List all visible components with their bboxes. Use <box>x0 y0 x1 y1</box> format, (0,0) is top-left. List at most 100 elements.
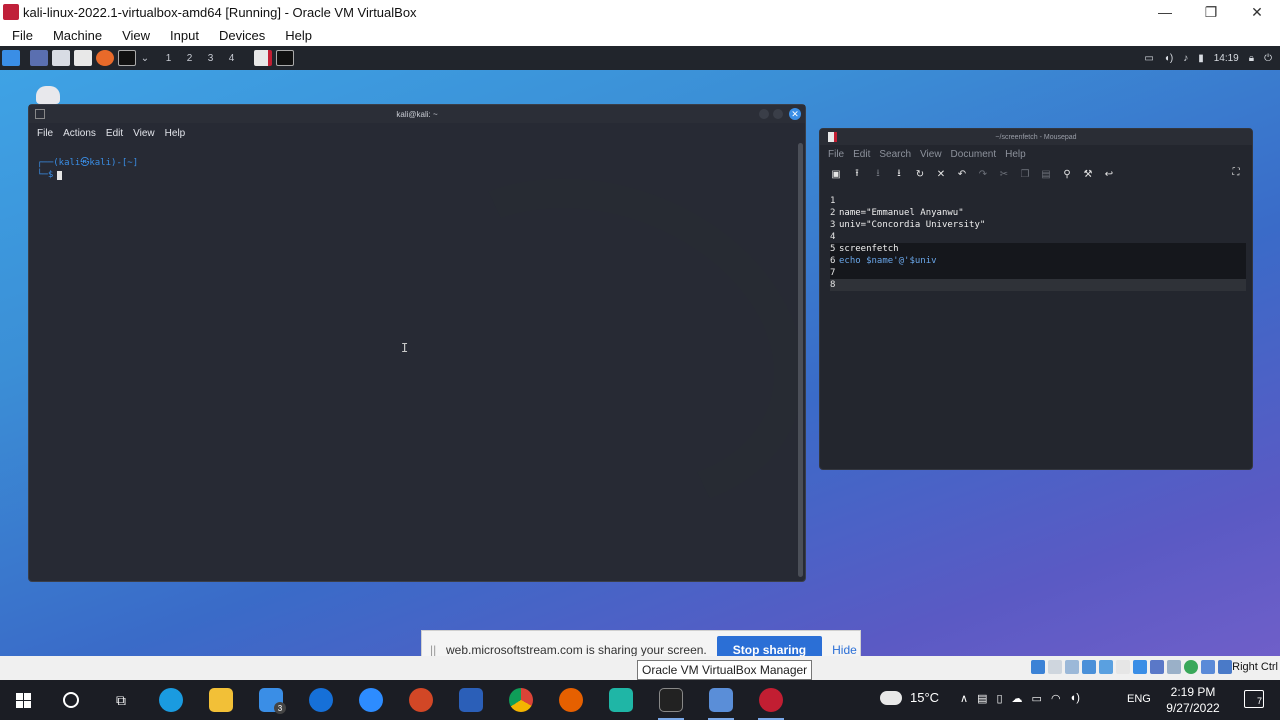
menu-input[interactable]: Input <box>164 28 205 43</box>
vm-screen[interactable]: ⌄ 1 2 3 4 ▭ ◖) ♪ ▮ 14:19 🔒︎ ⏻ kali@kali:… <box>0 46 1280 656</box>
cpu-icon[interactable] <box>1167 660 1181 674</box>
terminal-task-icon[interactable] <box>276 50 294 66</box>
minimize-button[interactable]: — <box>1142 0 1188 24</box>
drag-handle[interactable]: || <box>430 643 444 657</box>
chevron-down-icon[interactable]: ⌄ <box>138 53 152 64</box>
mousepad-task-icon[interactable] <box>254 50 272 66</box>
taskbar-powerpoint[interactable] <box>396 680 446 720</box>
terminal-scrollbar[interactable] <box>798 143 803 577</box>
start-button[interactable] <box>0 680 46 720</box>
onedrive-icon[interactable]: ☁ <box>1012 692 1023 705</box>
taskbar-chrome[interactable] <box>496 680 546 720</box>
taskbar-mail[interactable]: 3 <box>246 680 296 720</box>
paste-icon[interactable]: ▤ <box>1040 169 1052 180</box>
maximize-button[interactable] <box>759 109 769 119</box>
mousepad-menu-document[interactable]: Document <box>951 149 997 160</box>
close-doc-icon[interactable]: ✕ <box>935 169 947 180</box>
taskbar-firefox[interactable] <box>546 680 596 720</box>
search-button[interactable] <box>46 680 96 720</box>
file-manager-icon[interactable] <box>52 50 70 66</box>
tray-app-icon[interactable]: ▤ <box>977 692 987 705</box>
terminal-menu-view[interactable]: View <box>133 128 155 139</box>
usb-icon[interactable]: ▯ <box>996 692 1002 705</box>
workspace-3[interactable]: 3 <box>200 53 221 64</box>
audio-icon[interactable] <box>1065 660 1079 674</box>
mousepad-menu-edit[interactable]: Edit <box>853 149 870 160</box>
workspace-4[interactable]: 4 <box>221 53 242 64</box>
new-file-icon[interactable]: ▣ <box>830 169 842 180</box>
wifi-icon[interactable]: ◠ <box>1051 692 1061 705</box>
fullscreen-icon[interactable]: ⛶ <box>1230 167 1242 178</box>
terminal-window[interactable]: kali@kali: ~ ✕ File Actions Edit View He… <box>28 104 852 582</box>
taskbar-zoom[interactable] <box>346 680 396 720</box>
terminal-menu-file[interactable]: File <box>37 128 53 139</box>
open-file-icon[interactable]: ⭱ <box>851 166 863 183</box>
menu-machine[interactable]: Machine <box>47 28 108 43</box>
taskbar-explorer[interactable] <box>196 680 246 720</box>
recording-icon[interactable] <box>1150 660 1164 674</box>
trash-icon[interactable] <box>36 86 60 104</box>
hide-button[interactable]: Hide <box>832 643 857 657</box>
terminal-output[interactable]: ┌──(kali㉿kali)-[~] └─$ <box>29 143 795 581</box>
reload-icon[interactable]: ↻ <box>914 169 926 180</box>
taskbar-teamviewer[interactable] <box>296 680 346 720</box>
taskbar-clock[interactable]: 2:19 PM 9/27/2022 <box>1162 684 1224 716</box>
terminal-menu-actions[interactable]: Actions <box>63 128 96 139</box>
virtualization-icon[interactable] <box>1184 660 1198 674</box>
mousepad-titlebar[interactable]: ~/screenfetch - Mousepad <box>820 129 1252 145</box>
cut-icon[interactable]: ✂ <box>998 169 1010 180</box>
optical-drive-icon[interactable] <box>1048 660 1062 674</box>
replace-icon[interactable]: ⚒ <box>1082 169 1094 180</box>
mousepad-window[interactable]: ~/screenfetch - Mousepad File Edit Searc… <box>819 128 1253 470</box>
display-icon[interactable]: ▭ <box>1144 53 1153 64</box>
terminal-menu-help[interactable]: Help <box>165 128 186 139</box>
shared-folders-icon[interactable] <box>1116 660 1130 674</box>
taskbar-sublime[interactable] <box>596 680 646 720</box>
display-icon[interactable] <box>1133 660 1147 674</box>
menu-help[interactable]: Help <box>279 28 318 43</box>
notification-center-button[interactable]: 7 <box>1244 690 1264 708</box>
taskbar-word[interactable] <box>446 680 496 720</box>
maximize-button[interactable]: ❐ <box>1188 0 1234 24</box>
taskbar-kali-vm[interactable] <box>746 680 796 720</box>
close-button[interactable]: ✕ <box>789 108 801 120</box>
goto-icon[interactable]: ↩ <box>1103 169 1115 180</box>
mousepad-menu-help[interactable]: Help <box>1005 149 1026 160</box>
taskbar-edge[interactable] <box>146 680 196 720</box>
search-icon[interactable]: ⚲ <box>1061 169 1073 180</box>
language-indicator[interactable]: ENG <box>1127 693 1151 705</box>
terminal-icon[interactable] <box>118 50 136 66</box>
copy-icon[interactable]: ❐ <box>1019 169 1031 180</box>
terminal-menu-edit[interactable]: Edit <box>106 128 123 139</box>
power-icon[interactable]: ⏻ <box>1264 53 1272 64</box>
taskbar-virtualbox[interactable] <box>696 680 746 720</box>
mousepad-editor[interactable]: 1 2 name="Emmanuel Anyanwu" 3 univ="Concor… <box>820 191 1252 469</box>
chevron-up-icon[interactable]: ∧ <box>960 692 968 705</box>
menu-file[interactable]: File <box>6 28 39 43</box>
redo-icon[interactable]: ↷ <box>977 169 989 180</box>
mousepad-menu-file[interactable]: File <box>828 149 844 160</box>
kali-menu-icon[interactable] <box>2 50 20 66</box>
lock-icon[interactable]: 🔒︎ <box>1249 53 1254 64</box>
taskbar-terminal[interactable] <box>646 680 696 720</box>
bell-icon[interactable]: ♪ <box>1183 53 1188 64</box>
save-icon[interactable]: ⭳ <box>872 166 884 183</box>
close-button[interactable]: ✕ <box>1234 0 1280 24</box>
weather-widget[interactable]: 15°C <box>880 690 939 705</box>
minimize-button[interactable] <box>773 109 783 119</box>
battery-icon[interactable]: ▮ <box>1198 53 1204 64</box>
hard-disk-icon[interactable] <box>1031 660 1045 674</box>
show-desktop-icon[interactable] <box>30 50 48 66</box>
panel-clock[interactable]: 14:19 <box>1214 53 1239 64</box>
workspace-1[interactable]: 1 <box>158 53 179 64</box>
volume-icon[interactable]: ◖) <box>1070 692 1080 705</box>
workspace-2[interactable]: 2 <box>179 53 200 64</box>
text-editor-icon[interactable] <box>74 50 92 66</box>
mouse-integration-icon[interactable] <box>1201 660 1215 674</box>
keyboard-icon[interactable] <box>1218 660 1232 674</box>
menu-devices[interactable]: Devices <box>213 28 271 43</box>
mousepad-menu-search[interactable]: Search <box>879 149 911 160</box>
undo-icon[interactable]: ↶ <box>956 169 968 180</box>
mousepad-menu-view[interactable]: View <box>920 149 942 160</box>
firefox-icon[interactable] <box>96 50 114 66</box>
